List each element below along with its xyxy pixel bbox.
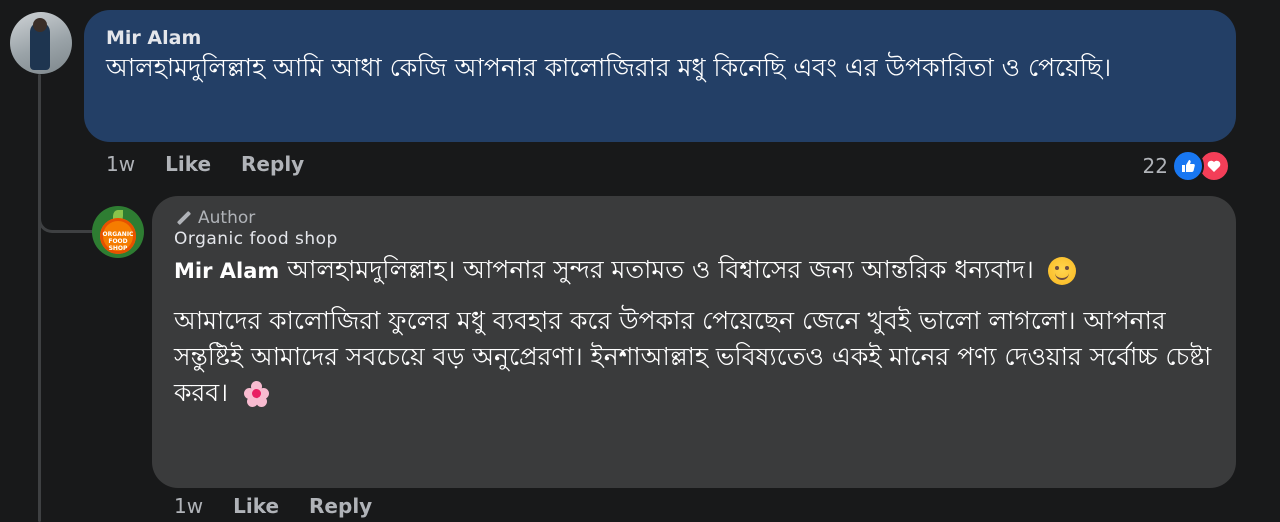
comment-timestamp[interactable]: 1w [106,152,135,176]
reply-paragraph-1-text: আলহামদুলিল্লাহ। আপনার সুন্দর মতামত ও বিশ… [287,255,1034,284]
blossom-emoji-icon [244,381,270,407]
commenter-avatar[interactable] [10,12,72,74]
reply-timestamp[interactable]: 1w [174,494,203,518]
comment-author-name[interactable]: Mir Alam [106,26,1214,50]
reply-like-button[interactable]: Like [233,494,279,518]
mention-tag[interactable]: Mir Alam [174,259,279,283]
thread-connector-line [38,74,41,522]
reply-actions: 1w Like Reply [174,494,402,518]
shop-avatar[interactable]: ORGANIC FOOD SHOP [92,206,144,258]
comment-reply-button[interactable]: Reply [241,152,304,176]
reply-bubble: Author Organic food shop Mir Alam আলহামদ… [152,196,1236,488]
reply-paragraph-2: আমাদের কালোজিরা ফুলের মধু ব্যবহার করে উপ… [174,303,1214,411]
reply-paragraph-2-text: আমাদের কালোজিরা ফুলের মধু ব্যবহার করে উপ… [174,306,1212,407]
comment-actions: 1w Like Reply [106,152,334,176]
comment-bubble: Mir Alam আলহামদুলিল্লাহ আমি আধা কেজি আপন… [84,10,1236,142]
like-icon [1172,150,1204,182]
reply-reply-button[interactable]: Reply [309,494,372,518]
reaction-summary[interactable]: 22 [1143,150,1230,182]
reply-paragraph-1: Mir Alam আলহামদুলিল্লাহ। আপনার সুন্দর মত… [174,252,1214,289]
avatar-head [33,18,47,32]
author-badge-label: Author [198,208,256,228]
reply-author-name[interactable]: Organic food shop [174,228,394,250]
comment-text: আলহামদুলিল্লাহ আমি আধা কেজি আপনার কালোজি… [106,53,1112,82]
reply-branch-line [38,190,93,233]
pencil-icon [174,209,192,227]
reaction-count: 22 [1142,154,1168,178]
smile-emoji-icon [1047,257,1076,285]
comment-like-button[interactable]: Like [165,152,211,176]
avatar-logo-text: ORGANIC FOOD SHOP [102,231,134,252]
author-badge: Author [174,208,1214,228]
